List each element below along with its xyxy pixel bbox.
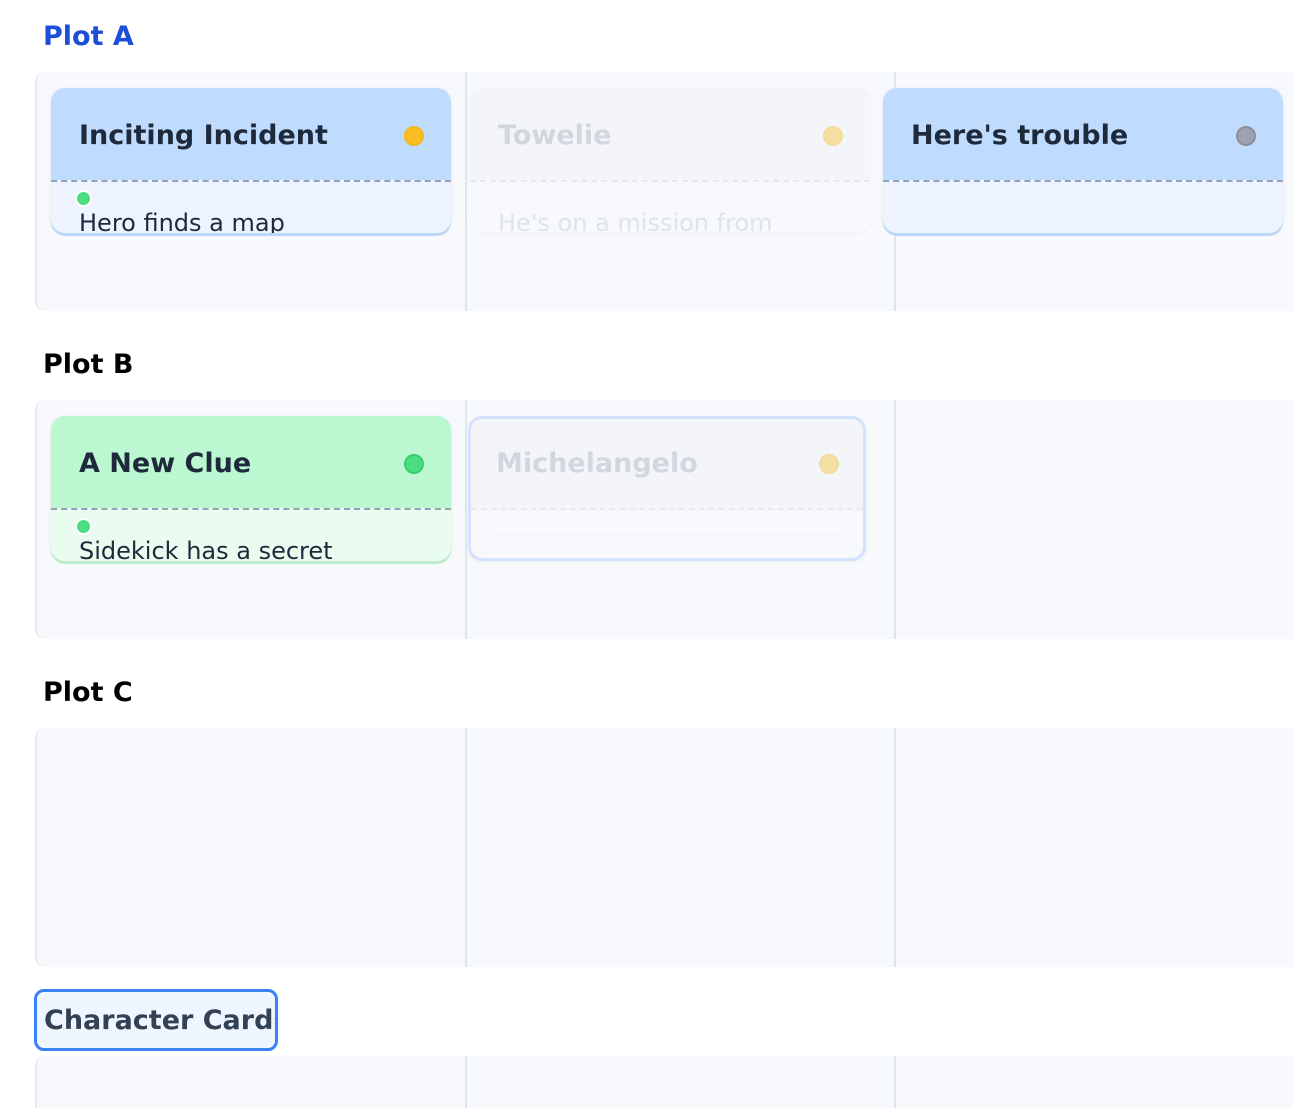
card-title[interactable]: A New Clue [79,447,251,481]
card-heres-trouble[interactable]: Here's trouble [883,88,1283,233]
beat-status-icon[interactable] [75,190,92,207]
card-a-new-clue[interactable]: A New Clue Sidekick has a secret [51,416,451,561]
lane-column-divider [465,72,467,311]
lane-column-divider [465,1056,467,1108]
lane-plot-c[interactable] [35,728,1294,967]
lane-title-plot-b[interactable]: Plot B [43,349,133,381]
card-title[interactable]: Michelangelo [496,447,698,481]
card-inciting-incident[interactable]: Inciting Incident Hero finds a map [51,88,451,233]
beat-text[interactable]: Sidekick has a secret [79,536,333,561]
card-towelie[interactable]: Towelie He's on a mission from [470,88,870,233]
lane-column-divider [894,1056,896,1108]
lane-title-plot-a[interactable]: Plot A [43,21,134,53]
card-michelangelo[interactable]: Michelangelo [468,416,866,561]
card-body: He's on a mission from [470,182,870,233]
card-body: Sidekick has a secret [51,510,451,561]
card-title[interactable]: Here's trouble [911,119,1128,153]
empty-beat-placeholder [495,534,839,535]
status-dot-icon[interactable] [823,126,843,146]
lane-title-input[interactable] [34,989,278,1051]
lane-character-cards[interactable] [35,1056,1294,1108]
beat-text[interactable]: He's on a mission from [498,208,773,233]
card-header: A New Clue [51,416,451,508]
status-dot-icon[interactable] [819,454,839,474]
card-title[interactable]: Towelie [498,119,611,153]
card-body: Hero finds a map [51,182,451,233]
lane-column-divider [465,400,467,639]
status-dot-icon[interactable] [404,454,424,474]
lane-column-divider [894,728,896,967]
lane-column-divider [465,728,467,967]
beat-status-icon[interactable] [75,518,92,535]
card-header: Here's trouble [883,88,1283,180]
card-header: Michelangelo [471,419,863,511]
lane-column-divider [894,400,896,639]
card-title[interactable]: Inciting Incident [79,119,328,153]
lane-plot-a: Inciting Incident Hero finds a map Towel… [35,72,1294,311]
card-body[interactable] [883,182,1283,233]
status-dot-icon[interactable] [1236,126,1256,146]
lane-plot-b: A New Clue Sidekick has a secret Michela… [35,400,1294,639]
lane-title-plot-c[interactable]: Plot C [43,677,133,709]
beat-text[interactable]: Hero finds a map [79,208,285,233]
card-header: Towelie [470,88,870,180]
status-dot-icon[interactable] [404,126,424,146]
card-header: Inciting Incident [51,88,451,180]
card-body[interactable] [471,510,863,558]
